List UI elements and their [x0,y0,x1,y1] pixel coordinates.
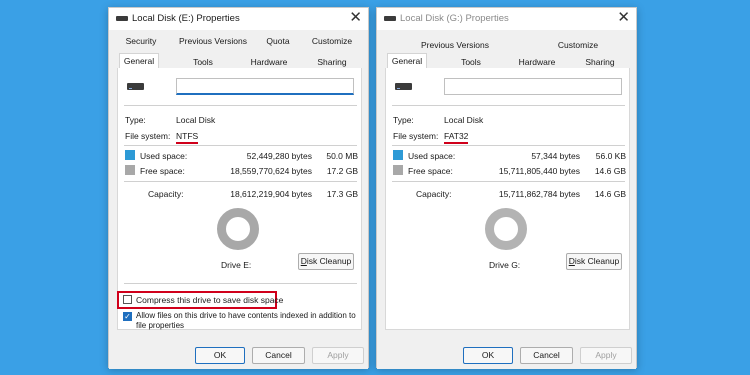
apply-button[interactable]: Apply [312,347,364,364]
used-space-swatch [393,150,403,160]
dialog-body: Previous Versions Customize General Tool… [377,30,636,369]
divider [392,181,625,182]
drive-icon [384,16,396,21]
tab-security[interactable]: Security [119,35,163,47]
type-label: Type: [393,115,414,125]
title-bar: Local Disk (G:) Properties ✕ [377,8,636,30]
compress-checkbox[interactable] [123,295,132,304]
tab-previous-versions[interactable]: Previous Versions [175,35,251,47]
file-system-label: File system: [393,131,439,141]
tab-sharing[interactable]: Sharing [577,56,623,68]
used-space-label: Used space: [140,151,188,161]
tab-hardware[interactable]: Hardware [245,56,293,68]
capacity-bytes: 18,612,219,904 bytes [230,189,312,199]
general-panel: Type: Local Disk File system: FAT32 Used… [385,68,630,330]
tab-sharing[interactable]: Sharing [309,56,355,68]
properties-window-e: Local Disk (E:) Properties ✕ Security Pr… [108,7,369,369]
divider [124,181,357,182]
tab-general[interactable]: General [119,53,159,68]
tab-previous-versions[interactable]: Previous Versions [417,39,493,51]
volume-label-input[interactable] [444,78,622,95]
close-icon[interactable]: ✕ [617,9,630,27]
tab-tools[interactable]: Tools [183,56,223,68]
tab-customize[interactable]: Customize [307,35,357,47]
window-title: Local Disk (G:) Properties [400,13,509,24]
divider [124,105,357,106]
tab-quota[interactable]: Quota [259,35,297,47]
type-value: Local Disk [444,115,484,125]
file-system-value: FAT32 [444,131,469,144]
capacity-bytes: 15,711,862,784 bytes [498,189,580,199]
disk-cleanup-button[interactable]: Disk Cleanup [566,253,622,270]
free-space-swatch [393,165,403,175]
ok-button[interactable]: OK [195,347,245,364]
close-icon[interactable]: ✕ [349,9,362,27]
type-label: Type: [125,115,146,125]
file-system-value: NTFS [176,131,199,144]
ok-button[interactable]: OK [463,347,513,364]
used-space-swatch [125,150,135,160]
capacity-size: 14.6 GB [594,189,626,199]
capacity-donut-chart [217,208,259,250]
used-space-bytes: 52,449,280 bytes [246,151,312,161]
used-space-size: 56.0 KB [595,151,626,161]
tab-customize[interactable]: Customize [553,39,603,51]
disk-cleanup-label: isk Cleanup [306,256,352,266]
disk-drive-icon [395,83,412,90]
tab-general[interactable]: General [387,53,427,68]
properties-window-g: Local Disk (G:) Properties ✕ Previous Ve… [376,7,637,369]
free-space-bytes: 18,559,770,624 bytes [230,166,312,176]
free-space-swatch [125,165,135,175]
index-label-line2: file properties [136,321,185,330]
divider [124,283,357,284]
index-checkbox[interactable]: ✓ [123,312,132,321]
title-bar: Local Disk (E:) Properties ✕ [109,8,368,30]
disk-drive-icon [127,83,144,90]
file-system-label: File system: [125,131,171,141]
drive-icon [116,16,128,21]
cancel-button[interactable]: Cancel [520,347,573,364]
free-space-label: Free space: [408,166,453,176]
window-title: Local Disk (E:) Properties [132,13,240,24]
tab-tools[interactable]: Tools [451,56,491,68]
used-space-size: 50.0 MB [326,151,358,161]
free-space-size: 17.2 GB [326,166,358,176]
tab-hardware[interactable]: Hardware [513,56,561,68]
capacity-donut-chart [485,208,527,250]
index-label-line1: Allow files on this drive to have conten… [136,311,356,320]
drive-label: Drive G: [489,260,521,270]
capacity-size: 17.3 GB [326,189,358,199]
dialog-body: Security Previous Versions Quota Customi… [109,30,368,369]
disk-cleanup-button[interactable]: Disk Cleanup [298,253,354,270]
divider [392,145,625,146]
disk-cleanup-label: isk Cleanup [574,256,620,266]
free-space-size: 14.6 GB [594,166,626,176]
type-value: Local Disk [176,115,216,125]
capacity-label: Capacity: [416,189,452,199]
volume-label-input[interactable] [176,78,354,95]
free-space-label: Free space: [140,166,185,176]
cancel-button[interactable]: Cancel [252,347,305,364]
divider [124,145,357,146]
compress-label: Compress this drive to save disk space [136,295,284,305]
free-space-bytes: 15,711,805,440 bytes [498,166,580,176]
used-space-label: Used space: [408,151,456,161]
used-space-bytes: 57,344 bytes [531,151,580,161]
apply-button[interactable]: Apply [580,347,632,364]
capacity-label: Capacity: [148,189,184,199]
drive-label: Drive E: [221,260,252,270]
divider [392,105,625,106]
